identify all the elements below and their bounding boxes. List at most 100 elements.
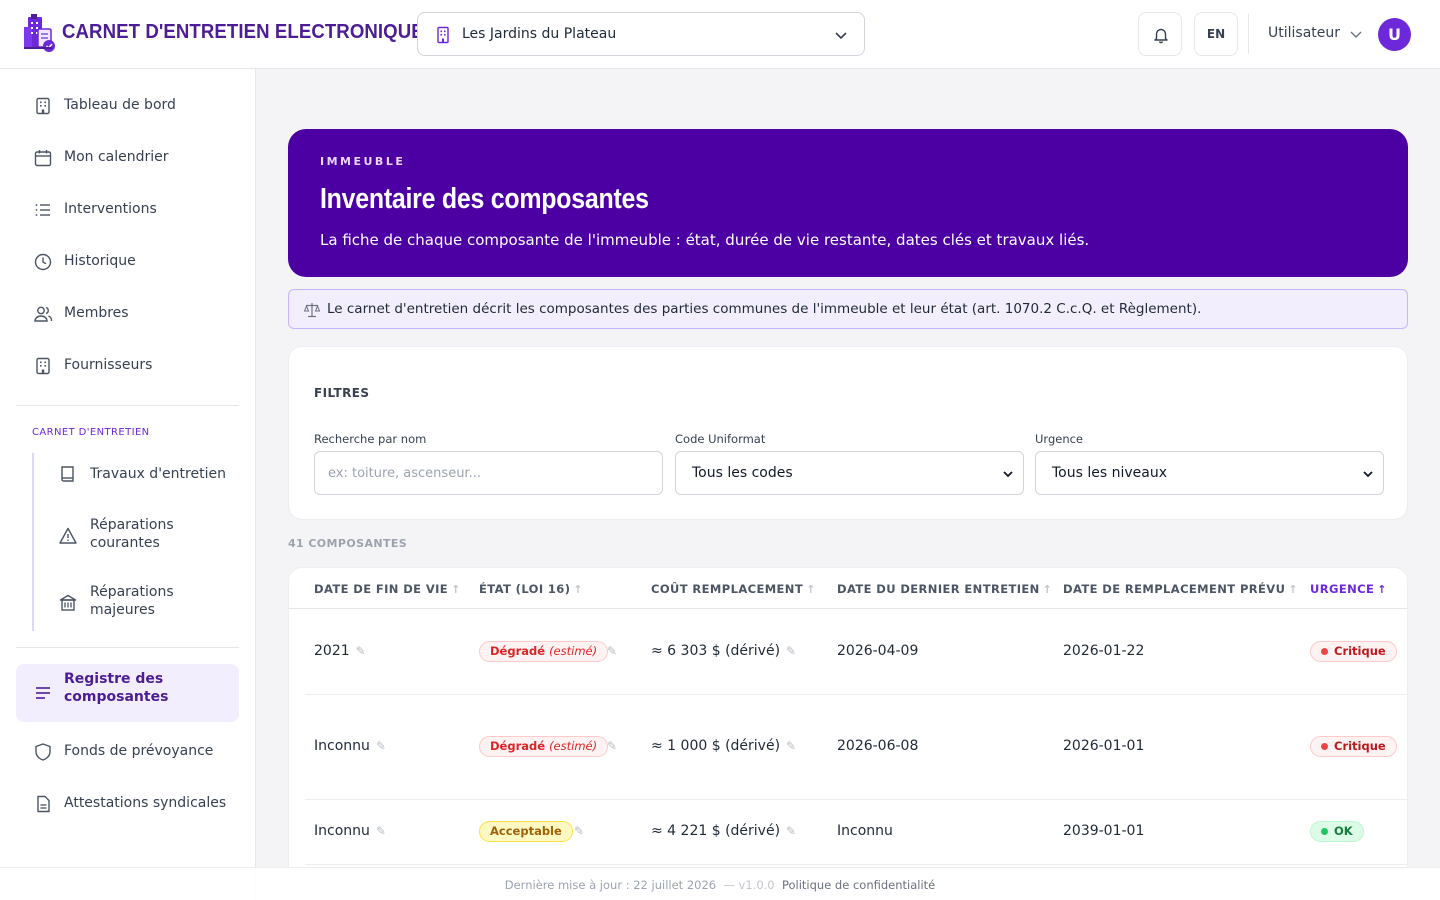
state-badge: Acceptable xyxy=(479,821,573,842)
sidebar-item-label: Réparations majeures xyxy=(90,584,174,618)
sidebar-item-interventions[interactable]: Interventions xyxy=(16,188,239,232)
sort-arrow-icon: ↑ xyxy=(1042,583,1053,596)
sidebar-item-calendar[interactable]: Mon calendrier xyxy=(16,136,239,180)
search-label: Recherche par nom xyxy=(314,432,427,446)
sidebar-item-major-repairs[interactable]: Réparations majeures xyxy=(48,581,238,625)
sidebar-item-attestations[interactable]: Attestations syndicales xyxy=(16,782,239,826)
column-header-replacement-cost[interactable]: COÛT REMPLACEMENT ↑ xyxy=(651,582,816,596)
app-title[interactable]: CARNET D'ENTRETIEN ELECTRONIQUE xyxy=(62,21,424,44)
search-input[interactable]: ex: toiture, ascenseur... xyxy=(314,451,663,495)
avatar[interactable]: U xyxy=(1378,18,1411,51)
planned-replacement-cell: 2026-01-22 xyxy=(1063,643,1145,659)
sidebar-item-maintenance-work[interactable]: Travaux d'entretien xyxy=(48,453,238,495)
sidebar-item-history[interactable]: Historique xyxy=(16,240,239,284)
planned-replacement-cell: 2039-01-01 xyxy=(1063,823,1145,839)
page-description: La fiche de chaque composante de l'immeu… xyxy=(320,231,1090,249)
column-header-end-of-life[interactable]: DATE DE FIN DE VIE ↑ xyxy=(314,582,461,596)
sidebar-item-label: Registre des composantes xyxy=(64,671,169,705)
sidebar-item-members[interactable]: Membres xyxy=(16,292,239,336)
column-header-last-maintenance[interactable]: DATE DU DERNIER ENTRETIEN ↑ xyxy=(837,582,1052,596)
components-table: DATE DE FIN DE VIE ↑ ÉTAT (LOI 16) ↑ COÛT … xyxy=(288,567,1408,900)
select-value: Tous les niveaux xyxy=(1052,465,1168,481)
privacy-link[interactable]: Politique de confidentialité xyxy=(782,878,935,892)
state-badge: Dégradé (estimé) xyxy=(479,736,609,757)
column-header-state[interactable]: ÉTAT (LOI 16) ↑ xyxy=(479,582,583,596)
notifications-button[interactable] xyxy=(1138,12,1182,56)
legal-notice: Le carnet d'entretien décrit les composa… xyxy=(288,289,1408,329)
sort-arrow-icon: ↑ xyxy=(806,583,816,596)
sidebar-item-reserve-fund[interactable]: Fonds de prévoyance xyxy=(16,730,239,774)
status-dot xyxy=(1321,648,1328,655)
app-logo xyxy=(24,14,55,52)
sub-nav-rail xyxy=(32,453,34,631)
cost-cell[interactable]: ≈ 6 303 $ (dérivé) ✎ xyxy=(651,643,796,659)
scale-icon xyxy=(303,303,321,318)
bell-icon xyxy=(1154,28,1168,44)
user-menu-label[interactable]: Utilisateur xyxy=(1268,25,1340,41)
sidebar-item-dashboard[interactable]: Tableau de bord xyxy=(16,84,239,128)
cost-cell[interactable]: ≈ 4 221 $ (dérivé) ✎ xyxy=(651,823,796,839)
sidebar-item-label: Fonds de prévoyance xyxy=(64,743,214,759)
edit-icon[interactable]: ✎ xyxy=(607,644,617,658)
page-hero: IMMEUBLE Inventaire des composantes La f… xyxy=(288,129,1408,277)
edit-icon: ✎ xyxy=(355,644,366,658)
sidebar-item-label: Réparations courantes xyxy=(90,517,174,551)
calendar-icon xyxy=(34,150,52,167)
status-dot xyxy=(1321,743,1328,750)
edit-icon: ✎ xyxy=(375,739,386,753)
sidebar-item-label: Fournisseurs xyxy=(64,357,153,373)
edit-icon: ✎ xyxy=(375,824,386,838)
state-badge: Dégradé (estimé) xyxy=(479,641,609,662)
sidebar-item-label: Mon calendrier xyxy=(64,149,169,165)
end-of-life-cell[interactable]: Inconnu ✎ xyxy=(314,738,386,754)
building-name: Les Jardins du Plateau xyxy=(462,26,617,42)
list-icon xyxy=(35,204,50,216)
column-header-planned-replacement[interactable]: DATE DE REMPLACEMENT PRÉVU ↑ xyxy=(1063,582,1298,596)
sidebar-item-label: Historique xyxy=(64,253,136,269)
cost-cell[interactable]: ≈ 1 000 $ (dérivé) ✎ xyxy=(651,738,796,754)
urgency-badge: OK xyxy=(1310,821,1364,842)
version-label: — v1.0.0 xyxy=(723,878,775,892)
building-selector[interactable]: Les Jardins du Plateau xyxy=(417,12,865,56)
urgency-badge: Critique xyxy=(1310,736,1397,757)
end-of-life-cell[interactable]: 2021 ✎ xyxy=(314,643,366,659)
language-toggle[interactable]: EN xyxy=(1194,12,1238,56)
filters-title: FILTRES xyxy=(314,386,370,400)
page-title: Inventaire des composantes xyxy=(320,183,649,215)
last-maintenance-cell: Inconnu xyxy=(837,823,893,839)
edit-icon[interactable]: ✎ xyxy=(607,739,617,753)
chevron-down-icon[interactable] xyxy=(1349,27,1363,41)
sidebar-item-label: Tableau de bord xyxy=(64,97,176,113)
uniformat-code-select[interactable]: Tous les codes xyxy=(675,451,1024,495)
last-maintenance-cell: 2026-04-09 xyxy=(837,643,919,659)
sidebar-section-label: CARNET D'ENTRETIEN xyxy=(32,427,150,438)
hero-eyebrow: IMMEUBLE xyxy=(320,155,406,168)
warning-icon xyxy=(59,527,77,544)
header-divider xyxy=(289,608,1407,609)
column-header-urgency[interactable]: URGENCE ↑ xyxy=(1310,582,1387,596)
sort-arrow-icon: ↑ xyxy=(573,583,583,596)
search-placeholder: ex: toiture, ascenseur... xyxy=(328,466,481,481)
sidebar-item-routine-repairs[interactable]: Réparations courantes xyxy=(48,514,238,558)
header-divider xyxy=(1248,14,1249,54)
end-of-life-cell[interactable]: Inconnu ✎ xyxy=(314,823,386,839)
urgency-select[interactable]: Tous les niveaux xyxy=(1035,451,1384,495)
chevron-down-icon xyxy=(1363,471,1373,478)
row-divider xyxy=(305,694,1407,695)
component-count: 41 COMPOSANTES xyxy=(288,537,408,550)
sidebar-divider xyxy=(16,647,239,648)
filters-panel: FILTRES Recherche par nom ex: toiture, a… xyxy=(288,346,1408,520)
notice-text: Le carnet d'entretien décrit les composa… xyxy=(327,301,1202,317)
chevron-down-icon xyxy=(1003,471,1013,478)
select-value: Tous les codes xyxy=(692,465,793,481)
sidebar: Tableau de bord Mon calendrier Intervent… xyxy=(0,69,256,900)
edit-icon[interactable]: ✎ xyxy=(574,824,584,838)
sidebar-item-suppliers[interactable]: Fournisseurs xyxy=(16,344,239,388)
building-icon xyxy=(36,357,50,375)
last-maintenance-cell: 2026-06-08 xyxy=(837,738,919,754)
footer: Dernière mise à jour : 22 juillet 2026 —… xyxy=(0,867,1440,900)
sidebar-divider xyxy=(16,405,239,406)
status-dot xyxy=(1321,828,1328,835)
code-label: Code Uniformat xyxy=(675,432,766,446)
sidebar-item-component-registry[interactable]: Registre des composantes xyxy=(16,664,239,722)
